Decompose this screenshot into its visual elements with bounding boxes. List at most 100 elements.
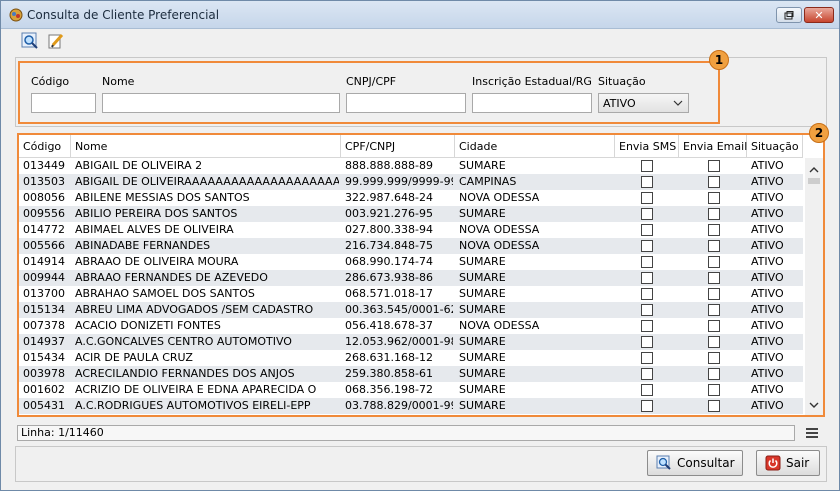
vertical-scrollbar[interactable] (805, 158, 823, 415)
client-table: Código Nome CPF/CNPJ Cidade Envia SMS En… (17, 133, 825, 417)
checkbox-envia-sms[interactable] (641, 256, 653, 268)
col-envia-email[interactable]: Envia Email (679, 135, 747, 158)
scroll-thumb[interactable] (808, 178, 820, 184)
cell-codigo: 007378 (23, 319, 65, 332)
nome-label: Nome (102, 75, 135, 88)
checkbox-envia-sms[interactable] (641, 272, 653, 284)
cpf-input[interactable] (346, 93, 466, 113)
table-row[interactable]: 013700 ABRAHAO SAMOEL DOS SANTOS 068.571.0… (19, 286, 803, 302)
checkbox-envia-email[interactable] (708, 336, 720, 348)
checkbox-envia-sms[interactable] (641, 336, 653, 348)
checkbox-envia-email[interactable] (708, 256, 720, 268)
table-row[interactable]: 014772 ABIMAEL ALVES DE OLIVEIRA 027.800.3… (19, 222, 803, 238)
table-row[interactable]: 015134 ABREU LIMA ADVOGADOS /SEM CADASTRO… (19, 302, 803, 318)
checkbox-envia-sms[interactable] (641, 368, 653, 380)
cell-cidade: SUMARE (459, 207, 506, 220)
table-row[interactable]: 015434 ACIR DE PAULA CRUZ 268.631.168-12 SU… (19, 350, 803, 366)
checkbox-envia-email[interactable] (708, 176, 720, 188)
cell-situacao: ATIVO (751, 191, 784, 204)
table-row[interactable]: 008056 ABILENE MESSIAS DOS SANTOS 322.987.… (19, 190, 803, 206)
checkbox-envia-sms[interactable] (641, 400, 653, 412)
nome-input[interactable] (102, 93, 340, 113)
search-icon[interactable] (21, 32, 39, 50)
cell-nome: ABILIO PEREIRA DOS SANTOS (75, 207, 238, 220)
cell-situacao: ATIVO (751, 383, 784, 396)
cell-nome: ABINADABE FERNANDES (75, 239, 211, 252)
consultar-button[interactable]: Consultar (647, 450, 743, 476)
table-row[interactable]: 005566 ABINADABE FERNANDES 216.734.848-75 N… (19, 238, 803, 254)
table-header: Código Nome CPF/CNPJ Cidade Envia SMS En… (19, 135, 803, 158)
situacao-select[interactable]: ATIVO (598, 93, 689, 113)
checkbox-envia-email[interactable] (708, 352, 720, 364)
checkbox-envia-email[interactable] (708, 384, 720, 396)
sair-label: Sair (786, 456, 810, 470)
chevron-down-icon (673, 100, 683, 106)
table-row[interactable]: 014937 A.C.GONCALVES CENTRO AUTOMOTIVO 12.… (19, 334, 803, 350)
checkbox-envia-sms[interactable] (641, 352, 653, 364)
cell-situacao: ATIVO (751, 175, 784, 188)
situacao-value: ATIVO (603, 97, 636, 110)
scroll-up-icon[interactable] (808, 164, 820, 176)
cell-situacao: ATIVO (751, 239, 784, 252)
cell-nome: ABILENE MESSIAS DOS SANTOS (75, 191, 250, 204)
checkbox-envia-email[interactable] (708, 288, 720, 300)
cell-codigo: 014937 (23, 335, 65, 348)
table-row[interactable]: 013503 ABIGAIL DE OLIVEIRAAAAAAAAAAAAAAAA… (19, 174, 803, 190)
cell-codigo: 013449 (23, 159, 65, 172)
ie-input[interactable] (472, 93, 592, 113)
table-row[interactable]: 005431 A.C.RODRIGUES AUTOMOTIVOS EIRELI-E… (19, 398, 803, 414)
col-codigo[interactable]: Código (19, 135, 71, 158)
sair-button[interactable]: Sair (756, 450, 820, 476)
checkbox-envia-sms[interactable] (641, 160, 653, 172)
cell-codigo: 003978 (23, 367, 65, 380)
cell-cidade: SUMARE (459, 383, 506, 396)
checkbox-envia-email[interactable] (708, 160, 720, 172)
checkbox-envia-sms[interactable] (641, 176, 653, 188)
checkbox-envia-email[interactable] (708, 304, 720, 316)
checkbox-envia-email[interactable] (708, 400, 720, 412)
table-row[interactable]: 001602 ACRIZIO DE OLIVEIRA E EDNA APARECI… (19, 382, 803, 398)
table-row[interactable]: 003978 ACRECILANDIO FERNANDES DOS ANJOS 25… (19, 366, 803, 382)
checkbox-envia-email[interactable] (708, 240, 720, 252)
col-cpf[interactable]: CPF/CNPJ (341, 135, 455, 158)
table-row[interactable]: 013449 ABIGAIL DE OLIVEIRA 2 888.888.888-8… (19, 158, 803, 174)
scroll-down-icon[interactable] (808, 399, 820, 411)
title-bar[interactable]: Consulta de Cliente Preferencial ✕ (1, 1, 839, 29)
col-cidade[interactable]: Cidade (455, 135, 615, 158)
checkbox-envia-sms[interactable] (641, 304, 653, 316)
restore-button[interactable] (776, 7, 802, 23)
checkbox-envia-email[interactable] (708, 208, 720, 220)
cell-cpf: 12.053.962/0001-98 (345, 335, 453, 348)
cell-nome: ABRAAO FERNANDES DE AZEVEDO (75, 271, 268, 284)
cell-cidade: SUMARE (459, 335, 506, 348)
col-situacao[interactable]: Situação (747, 135, 803, 158)
cell-cidade: SUMARE (459, 351, 506, 364)
checkbox-envia-email[interactable] (708, 272, 720, 284)
checkbox-envia-email[interactable] (708, 368, 720, 380)
table-row[interactable]: 009944 ABRAAO FERNANDES DE AZEVEDO 286.673… (19, 270, 803, 286)
codigo-input[interactable] (31, 93, 96, 113)
checkbox-envia-email[interactable] (708, 224, 720, 236)
col-nome[interactable]: Nome (71, 135, 341, 158)
cell-nome: A.C.RODRIGUES AUTOMOTIVOS EIRELI-EPP (75, 399, 311, 412)
cell-situacao: ATIVO (751, 287, 784, 300)
col-envia-sms[interactable]: Envia SMS (615, 135, 679, 158)
menu-icon[interactable] (805, 426, 819, 440)
checkbox-envia-sms[interactable] (641, 384, 653, 396)
checkbox-envia-sms[interactable] (641, 224, 653, 236)
checkbox-envia-sms[interactable] (641, 320, 653, 332)
table-row[interactable]: 009556 ABILIO PEREIRA DOS SANTOS 003.921.2… (19, 206, 803, 222)
table-row[interactable]: 014914 ABRAAO DE OLIVEIRA MOURA 068.990.17… (19, 254, 803, 270)
checkbox-envia-sms[interactable] (641, 192, 653, 204)
edit-icon[interactable] (47, 32, 65, 50)
cell-cidade: NOVA ODESSA (459, 239, 540, 252)
checkbox-envia-sms[interactable] (641, 208, 653, 220)
cell-cidade: SUMARE (459, 303, 506, 316)
checkbox-envia-sms[interactable] (641, 240, 653, 252)
table-row[interactable]: 007378 ACACIO DONIZETI FONTES 056.418.678-… (19, 318, 803, 334)
checkbox-envia-email[interactable] (708, 320, 720, 332)
restore-icon (784, 10, 794, 19)
close-button[interactable]: ✕ (804, 7, 834, 23)
checkbox-envia-email[interactable] (708, 192, 720, 204)
checkbox-envia-sms[interactable] (641, 288, 653, 300)
